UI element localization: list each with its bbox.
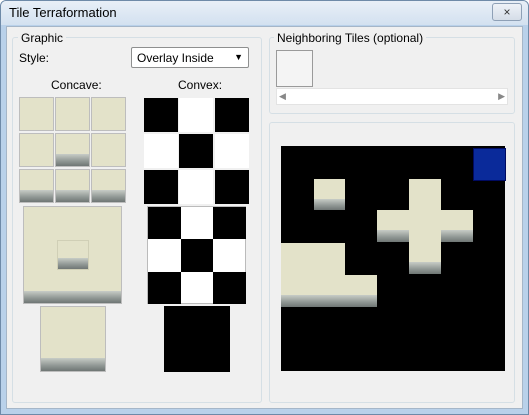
convex-large-tile[interactable] bbox=[147, 206, 246, 304]
rock-edge bbox=[441, 230, 473, 242]
convex-tile-bottom-left[interactable] bbox=[144, 170, 178, 204]
concave-label: Concave: bbox=[51, 78, 102, 92]
neighboring-tiles-scrollbar[interactable]: ◀ ▶ bbox=[276, 88, 508, 105]
preview-tile bbox=[409, 242, 441, 274]
convex-single-tile[interactable] bbox=[164, 306, 230, 372]
rock-edge bbox=[92, 190, 125, 202]
title-bar[interactable]: Tile Terraformation × bbox=[1, 1, 528, 25]
arrow-right-icon[interactable]: ▶ bbox=[498, 91, 505, 102]
concave-tile-bottom[interactable] bbox=[55, 169, 90, 203]
rock-edge bbox=[58, 257, 88, 269]
rock-edge bbox=[314, 198, 345, 210]
style-dropdown-value: Overlay Inside bbox=[137, 51, 214, 65]
convex-tile-bottom-right[interactable] bbox=[215, 170, 249, 204]
rock-edge bbox=[20, 190, 53, 202]
concave-tile-left[interactable] bbox=[19, 133, 54, 167]
convex-tile-right[interactable] bbox=[215, 134, 249, 168]
checker-cell bbox=[148, 207, 181, 239]
checker-cell bbox=[148, 272, 181, 304]
convex-tile-top-left[interactable] bbox=[144, 98, 178, 132]
window-title: Tile Terraformation bbox=[9, 5, 117, 20]
concave-single-tile[interactable] bbox=[40, 306, 106, 372]
concave-tile-right[interactable] bbox=[91, 133, 126, 167]
checker-cell bbox=[213, 207, 246, 239]
convex-tile-top-right[interactable] bbox=[215, 98, 249, 132]
rock-edge bbox=[56, 154, 89, 166]
convex-tile-left[interactable] bbox=[144, 134, 178, 168]
rock-edge bbox=[281, 295, 377, 307]
convex-tile-center[interactable] bbox=[179, 134, 213, 168]
rock-edge bbox=[24, 291, 121, 303]
convex-tile-bottom[interactable] bbox=[179, 170, 213, 204]
rock-edge bbox=[41, 358, 105, 371]
concave-tile-top-left[interactable] bbox=[19, 97, 54, 131]
terraform-preview-canvas[interactable] bbox=[281, 146, 506, 371]
convex-label: Convex: bbox=[178, 78, 223, 92]
concave-tile-top[interactable] bbox=[55, 97, 90, 131]
concave-inner-tile bbox=[57, 240, 89, 270]
preview-tile bbox=[314, 179, 345, 210]
preview-tile bbox=[377, 210, 473, 242]
rock-edge bbox=[409, 262, 441, 274]
selection-cursor bbox=[473, 148, 506, 181]
convex-tile-top[interactable] bbox=[179, 98, 213, 132]
close-button[interactable]: × bbox=[492, 3, 522, 21]
preview-tile bbox=[409, 179, 441, 210]
arrow-left-icon[interactable]: ◀ bbox=[279, 91, 286, 102]
close-icon: × bbox=[503, 5, 511, 19]
graphic-group-label: Graphic bbox=[18, 31, 67, 45]
preview-tile bbox=[281, 275, 377, 307]
concave-tile-center[interactable] bbox=[55, 133, 90, 167]
chevron-down-icon: ▼ bbox=[234, 52, 243, 62]
concave-tile-bottom-left[interactable] bbox=[19, 169, 54, 203]
style-dropdown[interactable]: Overlay Inside ▼ bbox=[131, 47, 249, 68]
concave-large-tile[interactable] bbox=[23, 206, 122, 304]
preview-tile bbox=[281, 243, 345, 275]
neighboring-tiles-label: Neighboring Tiles (optional) bbox=[274, 31, 427, 45]
concave-tile-top-right[interactable] bbox=[91, 97, 126, 131]
rock-edge bbox=[56, 190, 89, 202]
checker-cell bbox=[181, 239, 213, 272]
checker-cell bbox=[213, 272, 246, 304]
concave-tile-bottom-right[interactable] bbox=[91, 169, 126, 203]
neighboring-tile-slot[interactable] bbox=[276, 50, 313, 87]
style-label: Style: bbox=[19, 51, 50, 65]
rock-edge bbox=[377, 230, 409, 242]
